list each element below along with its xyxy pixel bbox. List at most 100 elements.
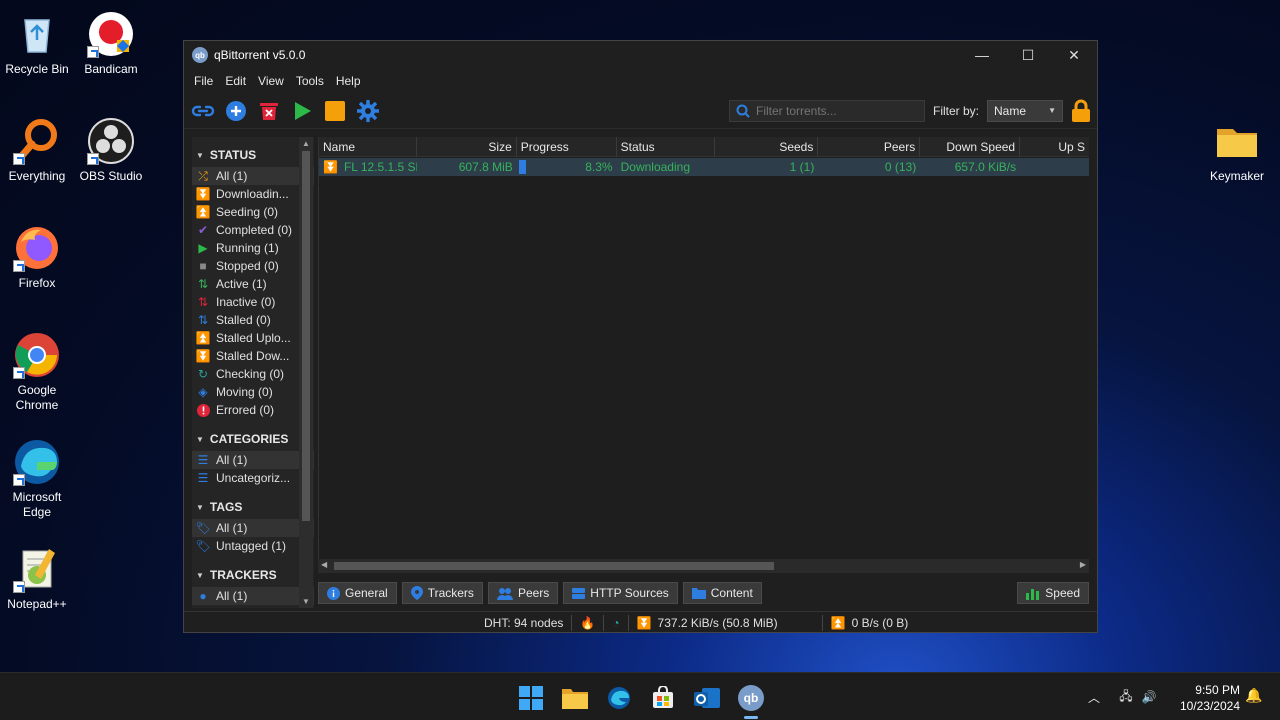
dht-nodes: DHT: 94 nodes [484,615,564,630]
scrollbar-thumb[interactable] [334,562,774,570]
menu-edit[interactable]: Edit [219,74,252,88]
tab-content[interactable]: Content [682,582,762,604]
scroll-down-arrow-icon[interactable]: ▼ [302,597,310,606]
qbittorrent-taskbar-button[interactable]: qb [734,681,768,719]
status-filter-stalled[interactable]: ⇅ Stalled (0) [192,311,314,329]
tab-peers[interactable]: Peers [487,582,559,604]
desktop-icon-everything[interactable]: Everything [0,117,74,184]
menu-tools[interactable]: Tools [290,74,330,88]
start-button[interactable] [514,681,548,715]
categories-section-header[interactable]: ▼ CATEGORIES [192,427,314,451]
status-filter-checking[interactable]: ↻ Checking (0) [192,365,314,383]
notification-bell-icon[interactable]: 🔔 [1245,687,1262,704]
category-filter-uncategorized[interactable]: ☰ Uncategoriz... [192,469,314,487]
separator [571,614,573,631]
status-filter-stalled-uploading[interactable]: ⏫ Stalled Uplo... [192,329,314,347]
column-header-up-speed[interactable]: Up S [1020,137,1089,157]
desktop-icon-notepadpp[interactable]: Notepad++ [0,545,74,612]
scrollbar-thumb[interactable] [302,151,310,521]
bandicam-icon [87,10,135,58]
mail-icon [694,688,720,708]
desktop-icon-keymaker[interactable]: Keymaker [1200,117,1274,184]
status-filter-stopped[interactable]: ■ Stopped (0) [192,257,314,275]
torrent-row[interactable]: ⏬ FL 12.5.1.5 SLI 607.8 MiB 8.3% Downloa… [319,158,1089,176]
desktop-icon-edge[interactable]: Microsoft Edge [0,438,74,520]
stop-torrent-button[interactable] [322,98,348,124]
column-header-progress[interactable]: Progress [517,137,617,157]
edge-taskbar-button[interactable] [602,681,636,715]
add-torrent-link-button[interactable] [190,98,216,124]
desktop-icon-label: Google Chrome [15,383,59,412]
column-header-name[interactable]: Name [319,137,417,157]
list-icon: ☰ [197,453,209,467]
sidebar-scrollbar[interactable]: ▲ ▼ [299,137,313,608]
desktop-icon-firefox[interactable]: Firefox [0,224,74,291]
lock-icon [1072,99,1090,122]
store-taskbar-button[interactable] [646,681,680,715]
transfer-list: Name Size Progress Status Seeds Peers Do… [318,137,1089,573]
column-header-size[interactable]: Size [417,137,517,157]
tracker-filter-all[interactable]: ● All (1) [192,587,314,605]
filter-by-select[interactable]: Name ▼ [987,99,1063,122]
status-filter-all[interactable]: ⤮ All (1) [192,167,314,185]
status-filter-inactive[interactable]: ⇅ Inactive (0) [192,293,314,311]
file-explorer-taskbar-button[interactable] [558,681,592,715]
status-filter-seeding[interactable]: ⏫ Seeding (0) [192,203,314,221]
tag-filter-all[interactable]: 🏷 All (1) [192,519,314,537]
desktop-icon-chrome[interactable]: Google Chrome [0,331,74,413]
column-header-peers[interactable]: Peers [818,137,921,157]
status-filter-active[interactable]: ⇅ Active (1) [192,275,314,293]
trackers-section-header[interactable]: ▼ TRACKERS [192,563,314,587]
filter-torrents-input[interactable] [755,103,916,118]
tab-general[interactable]: General [318,582,397,604]
speedometer-icon[interactable]: ◔ [612,616,619,630]
status-filter-downloading[interactable]: ⏬ Downloadin... [192,185,314,203]
tab-http-sources[interactable]: HTTP Sources [563,582,678,604]
column-header-seeds[interactable]: Seeds [715,137,819,157]
start-torrent-button[interactable] [289,98,315,124]
close-button[interactable]: ✕ [1051,41,1097,69]
minimize-button[interactable]: — [959,41,1005,69]
desktop-icon-recycle-bin[interactable]: Recycle Bin [0,10,74,77]
maximize-button[interactable]: ☐ [1005,41,1051,69]
upload-icon: ⏫ [195,205,211,219]
window-title: qBittorrent v5.0.0 [214,48,306,62]
lock-ui-button[interactable] [1071,98,1091,124]
network-icon[interactable]: 🖧 [1114,687,1138,708]
outlook-taskbar-button[interactable] [690,681,724,715]
scroll-left-arrow-icon[interactable]: ◀ [321,560,327,569]
status-filter-errored[interactable]: Errored (0) [192,401,314,419]
scroll-right-arrow-icon[interactable]: ▶ [1080,560,1086,569]
status-section-header[interactable]: ▼ STATUS [192,143,314,167]
desktop-icon-bandicam[interactable]: Bandicam [74,10,148,77]
scroll-up-arrow-icon[interactable]: ▲ [302,139,310,148]
upload-speed[interactable]: 0 B/s (0 B) [852,616,909,630]
desktop-icon-obs[interactable]: OBS Studio [74,117,148,184]
status-filter-running[interactable]: ▶ Running (1) [192,239,314,257]
transfer-list-hscrollbar[interactable]: ◀ ▶ [318,559,1089,573]
column-header-status[interactable]: Status [617,137,715,157]
chevron-up-icon[interactable]: ︿ [1084,689,1104,706]
taskbar-clock[interactable]: 9:50 PM 10/23/2024 [1168,682,1240,714]
tags-section-header[interactable]: ▼ TAGS [192,495,314,519]
folder-icon [562,689,588,709]
category-filter-all[interactable]: ☰ All (1) [192,451,314,469]
filter-by-value: Name [994,103,1027,118]
menu-view[interactable]: View [252,74,290,88]
volume-icon[interactable]: 🔊 [1138,690,1160,704]
download-speed[interactable]: 737.2 KiB/s (50.8 MiB) [658,616,778,630]
add-torrent-file-button[interactable] [223,98,249,124]
menu-file[interactable]: File [188,74,219,88]
column-header-down-speed[interactable]: Down Speed [920,137,1021,157]
tab-speed[interactable]: Speed [1017,582,1089,604]
options-button[interactable] [355,98,381,124]
status-filter-completed[interactable]: ✔ Completed (0) [192,221,314,239]
tab-trackers[interactable]: Trackers [401,582,483,604]
collapse-triangle-icon: ▼ [196,502,204,512]
status-filter-moving[interactable]: ◈ Moving (0) [192,383,314,401]
tag-filter-untagged[interactable]: 🏷 Untagged (1) [192,537,314,555]
delete-torrent-button[interactable] [256,98,282,124]
title-bar: qb qBittorrent v5.0.0 — ☐ ✕ [184,41,1097,69]
status-filter-stalled-downloading[interactable]: ⏬ Stalled Dow... [192,347,314,365]
menu-help[interactable]: Help [330,74,367,88]
